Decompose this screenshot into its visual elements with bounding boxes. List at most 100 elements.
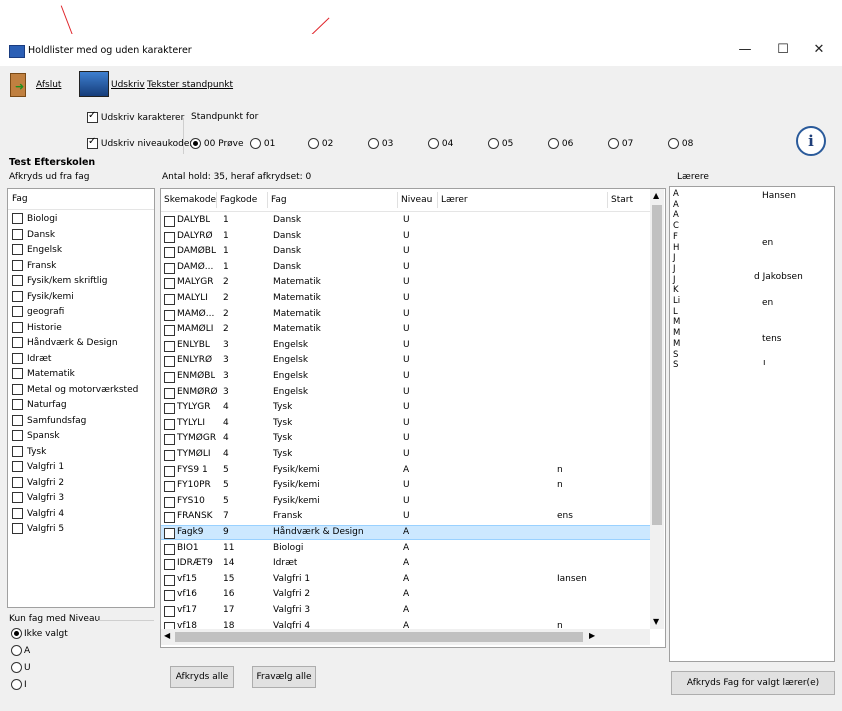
- radio-dot[interactable]: [488, 138, 499, 149]
- fag-checkbox[interactable]: [12, 244, 23, 255]
- row-checkbox[interactable]: [164, 450, 175, 461]
- table-row[interactable]: TYLYGR 4 Tysk U: [161, 400, 650, 415]
- fag-checkbox[interactable]: [12, 352, 23, 364]
- laerer-fragment[interactable]: Hansen: [762, 191, 796, 201]
- row-checkbox[interactable]: [164, 481, 175, 493]
- laerer-list-item[interactable]: A: [673, 189, 679, 199]
- laerer-list-item[interactable]: H: [673, 243, 679, 253]
- fravaelg-alle-button[interactable]: Fravælg alle: [252, 666, 316, 688]
- fag-checkbox[interactable]: [12, 259, 23, 271]
- fag-list-item[interactable]: Valgfri 3: [12, 492, 64, 504]
- afslut-button[interactable]: Afslut: [36, 80, 61, 90]
- row-checkbox[interactable]: [164, 387, 175, 399]
- table-row[interactable]: FYS10 5 Fysik/kemi U: [161, 494, 650, 509]
- radio-dot[interactable]: [608, 138, 619, 149]
- table-row[interactable]: vf17 17 Valgfri 3 A: [161, 603, 650, 618]
- col-start-dato[interactable]: Start dato: [608, 192, 654, 208]
- laerer-fragment[interactable]: d Jakobsen: [754, 272, 803, 282]
- standpunkt-radio-08[interactable]: 08: [668, 138, 693, 149]
- table-row[interactable]: BIO1 11 Biologi A: [161, 541, 650, 556]
- fag-list-item[interactable]: Fysik/kemi: [12, 290, 74, 303]
- fag-checkbox[interactable]: [12, 368, 23, 379]
- row-checkbox[interactable]: [164, 216, 175, 227]
- table-row[interactable]: DAMØBL 1 Dansk U: [161, 244, 650, 259]
- table-row[interactable]: TYLYLI 4 Tysk U: [161, 416, 650, 431]
- niveau-option[interactable]: Ikke valgt: [11, 628, 68, 639]
- laerer-list-item[interactable]: M: [673, 317, 680, 327]
- fag-checkbox[interactable]: [12, 213, 23, 224]
- fag-list-item[interactable]: Spansk: [12, 430, 60, 442]
- fag-list-item[interactable]: Samfundsfag: [12, 414, 86, 427]
- laerer-list-item[interactable]: Li: [673, 296, 680, 306]
- fag-checkbox[interactable]: [12, 306, 23, 317]
- fag-list-item[interactable]: Matematik: [12, 368, 75, 380]
- niveau-radio[interactable]: [11, 645, 22, 656]
- table-row[interactable]: MAMØ... 2 Matematik U: [161, 307, 650, 322]
- row-checkbox[interactable]: [164, 418, 175, 430]
- fag-checkbox[interactable]: [12, 492, 23, 503]
- laerer-list-item[interactable]: M: [673, 339, 680, 349]
- fag-checkbox[interactable]: [12, 321, 23, 333]
- laerer-list-item[interactable]: K: [673, 285, 679, 295]
- row-checkbox[interactable]: [164, 465, 175, 477]
- laerer-fragment[interactable]: ı: [763, 358, 766, 368]
- col-skemakode[interactable]: Skemakode: [161, 192, 217, 208]
- fag-list-item[interactable]: Engelsk: [12, 244, 62, 256]
- fag-list-item[interactable]: Fysik/kem skriftlig: [12, 275, 108, 287]
- scroll-up-arrow-icon[interactable]: ▲: [653, 191, 659, 200]
- row-checkbox[interactable]: [164, 590, 175, 602]
- table-row[interactable]: ENLYBL 3 Engelsk U: [161, 338, 650, 353]
- col-niveau[interactable]: Niveau: [398, 192, 438, 208]
- laerer-fragment[interactable]: en: [762, 298, 773, 308]
- table-row[interactable]: MALYLI 2 Matematik U: [161, 291, 650, 306]
- laerer-fragment[interactable]: tens: [762, 334, 781, 344]
- fag-list-item[interactable]: Valgfri 2: [12, 476, 64, 489]
- radio-dot[interactable]: [368, 138, 379, 149]
- row-checkbox[interactable]: [164, 340, 175, 352]
- niveau-radio[interactable]: [11, 628, 22, 639]
- standpunkt-radio-05[interactable]: 05: [488, 138, 513, 149]
- fag-checkbox[interactable]: [12, 430, 23, 441]
- fag-checkbox[interactable]: [12, 399, 23, 410]
- close-button[interactable]: ✕: [804, 40, 834, 60]
- table-row[interactable]: FYS9 1 5 Fysik/kemi An: [161, 463, 650, 478]
- row-checkbox[interactable]: [164, 247, 175, 259]
- row-checkbox[interactable]: [164, 294, 175, 305]
- table-row[interactable]: ENLYRØ 3 Engelsk U: [161, 353, 650, 368]
- col-fag[interactable]: Fag: [268, 192, 398, 208]
- row-checkbox[interactable]: [164, 231, 175, 243]
- scroll-left-arrow-icon[interactable]: ◀: [164, 631, 170, 640]
- udskriv-karakterer-checkbox[interactable]: [87, 110, 98, 123]
- fag-checkbox[interactable]: [12, 275, 23, 286]
- table-row[interactable]: Fagk9 9 Håndværk & Design A: [161, 525, 650, 540]
- radio-dot[interactable]: [190, 138, 201, 149]
- laerer-list-item[interactable]: A: [673, 200, 679, 210]
- udskriv-niveaukoder-checkbox[interactable]: [87, 136, 98, 149]
- fag-checkbox[interactable]: [12, 337, 23, 348]
- row-checkbox[interactable]: [164, 496, 175, 508]
- table-row[interactable]: ENMØRØ 3 Engelsk U: [161, 385, 650, 400]
- table-row[interactable]: vf16 16 Valgfri 2 A: [161, 587, 650, 602]
- row-checkbox[interactable]: [164, 356, 175, 368]
- fag-checkbox[interactable]: [12, 461, 23, 472]
- row-checkbox[interactable]: [164, 606, 175, 617]
- fag-checkbox[interactable]: [12, 523, 23, 534]
- table-row[interactable]: TYMØLI 4 Tysk U: [161, 447, 650, 462]
- minimize-button[interactable]: —: [730, 40, 760, 60]
- laerer-list-item[interactable]: F: [673, 232, 678, 242]
- fag-list-item[interactable]: Valgfri 4: [12, 507, 64, 520]
- fag-checkbox[interactable]: [12, 290, 23, 302]
- fag-list-item[interactable]: Historie: [12, 321, 62, 334]
- table-row[interactable]: FY10PR 5 Fysik/kemi Un: [161, 478, 650, 493]
- niveau-radio[interactable]: [11, 679, 22, 690]
- info-icon[interactable]: i: [796, 126, 826, 156]
- fag-list-item[interactable]: Fransk: [12, 259, 56, 272]
- afkryds-alle-button[interactable]: Afkryds alle: [170, 666, 234, 688]
- scroll-right-arrow-icon[interactable]: ▶: [589, 631, 595, 640]
- fag-list-item[interactable]: Naturfag: [12, 399, 67, 411]
- table-row[interactable]: FRANSK 7 Fransk Uens: [161, 509, 650, 524]
- table-row[interactable]: DAMØ... 1 Dansk U: [161, 260, 650, 275]
- radio-dot[interactable]: [668, 138, 679, 149]
- maximize-button[interactable]: ☐: [768, 40, 798, 60]
- row-checkbox[interactable]: [164, 309, 175, 321]
